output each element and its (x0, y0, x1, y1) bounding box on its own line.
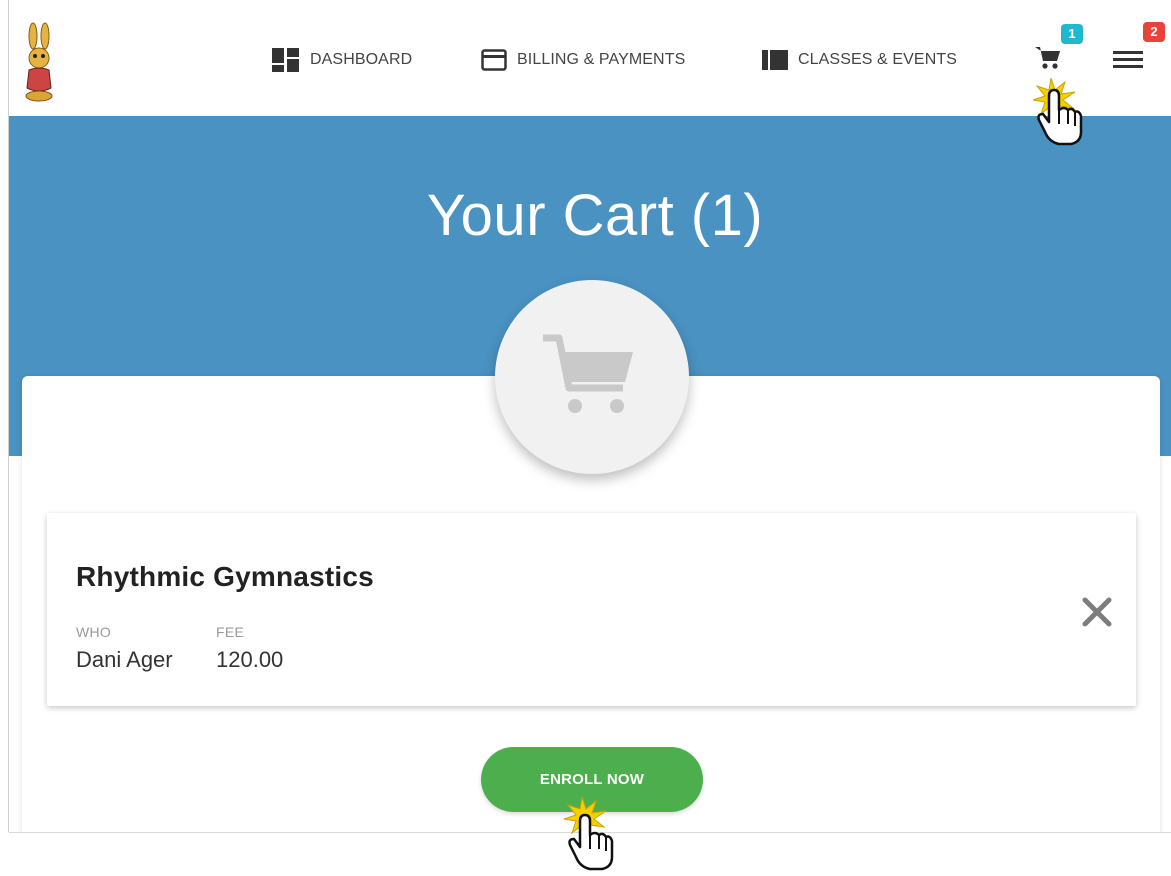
bunny-logo-icon[interactable] (23, 22, 55, 104)
cart-item: Rhythmic Gymnastics WHO Dani Ager FEE 12… (47, 513, 1136, 706)
nav-dashboard[interactable]: DASHBOARD (272, 47, 412, 73)
shopping-cart-icon (543, 334, 633, 413)
dashboard-icon (272, 48, 300, 72)
menu-notification-badge: 2 (1143, 22, 1165, 42)
close-icon[interactable] (1080, 595, 1114, 629)
credit-card-icon (481, 49, 507, 71)
fee-value: 120.00 (216, 647, 284, 672)
hamburger-menu-icon[interactable] (1113, 49, 1143, 73)
click-pointer-icon (562, 795, 616, 876)
click-pointer-icon (1031, 76, 1085, 151)
who-value: Dani Ager (76, 647, 173, 672)
nav-classes-label: CLASSES & EVENTS (798, 51, 957, 68)
page-title: Your Cart (1) (426, 183, 764, 248)
item-name: Rhythmic Gymnastics (76, 561, 374, 592)
shopping-cart-icon[interactable] (1034, 45, 1062, 73)
top-navigation-bar: DASHBOARD BILLING & PAYMENTS CLASSES & E… (9, 0, 1171, 116)
fee-label: FEE (216, 624, 245, 640)
nav-dashboard-label: DASHBOARD (310, 51, 413, 68)
cart-illustration (495, 280, 689, 474)
who-label: WHO (76, 624, 112, 640)
nav-billing-label: BILLING & PAYMENTS (517, 51, 686, 68)
book-icon (762, 50, 788, 70)
cart-count-badge: 1 (1061, 24, 1083, 44)
nav-classes-events[interactable]: CLASSES & EVENTS (762, 47, 957, 73)
nav-billing-payments[interactable]: BILLING & PAYMENTS (481, 47, 685, 73)
